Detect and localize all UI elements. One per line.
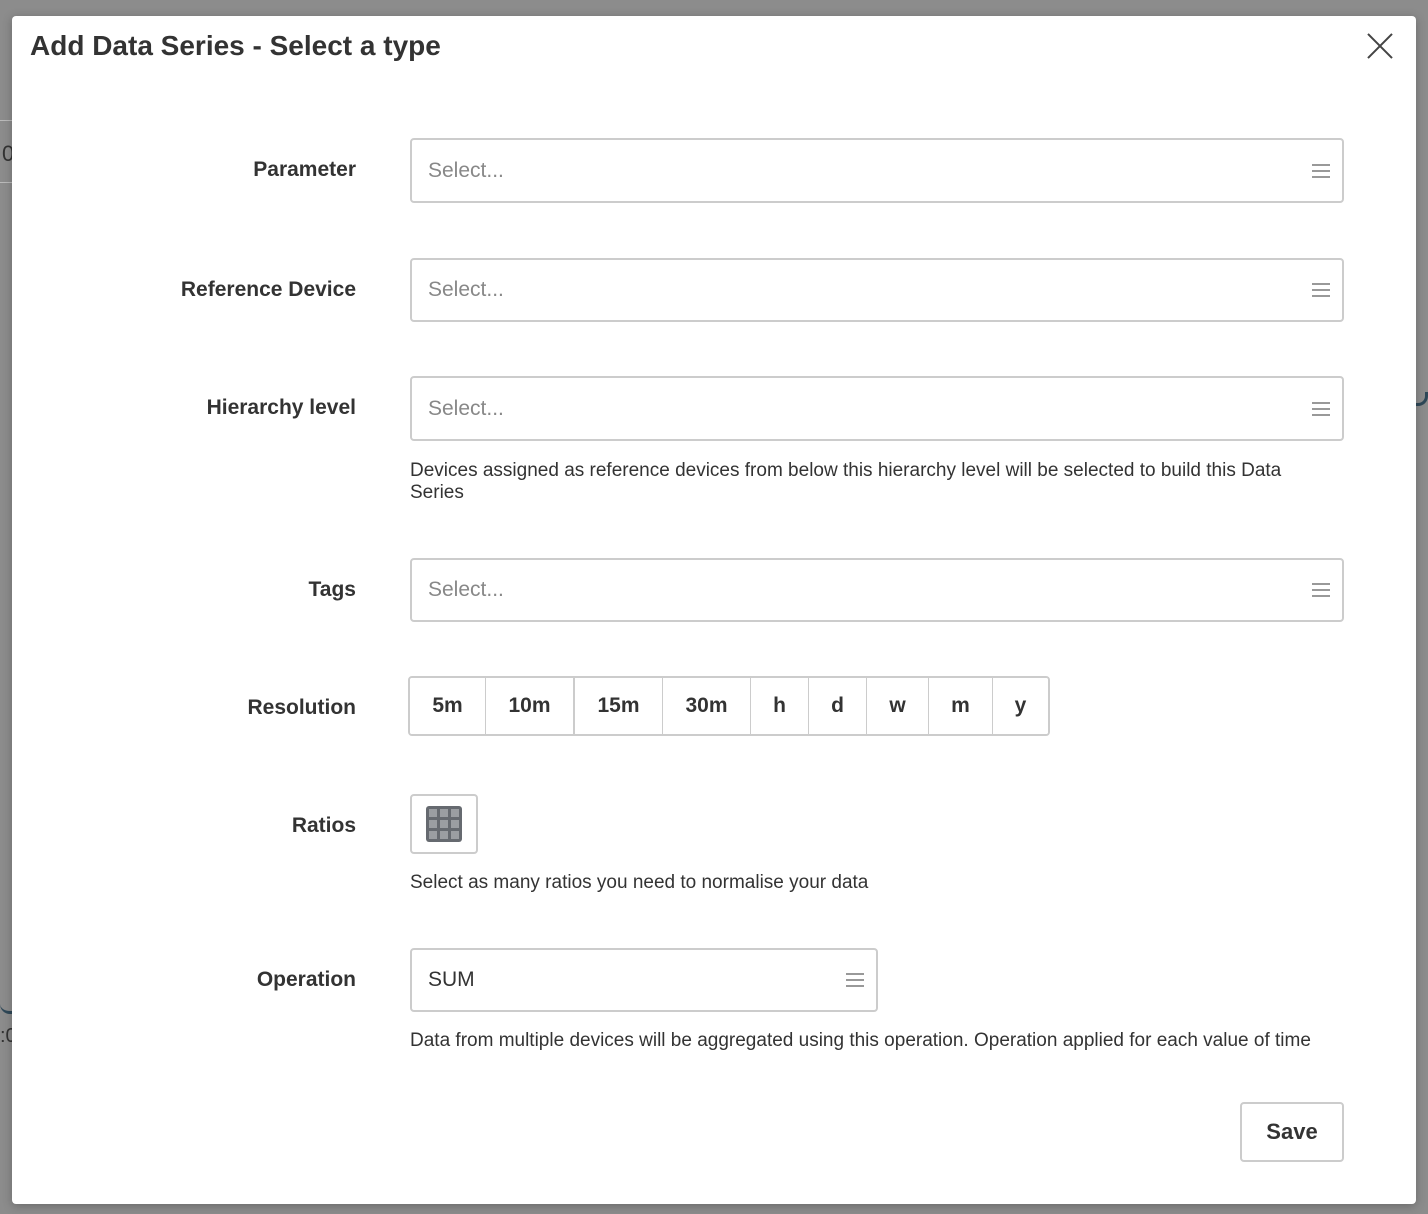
ratios-button[interactable] [410, 794, 478, 854]
add-data-series-modal: Add Data Series - Select a type Paramete… [12, 16, 1416, 1204]
background-divider [0, 182, 12, 183]
resolution-m-button[interactable]: m [929, 678, 993, 734]
resolution-d-button[interactable]: d [809, 678, 867, 734]
resolution-15m-button[interactable]: 15m [575, 678, 663, 734]
resolution-30m-button[interactable]: 30m [663, 678, 751, 734]
reference-device-label: Reference Device [180, 278, 356, 301]
tags-select[interactable]: Select... [410, 558, 1344, 622]
hierarchy-level-placeholder: Select... [428, 396, 504, 420]
resolution-y-button[interactable]: y [993, 678, 1048, 734]
parameter-select[interactable]: Select... [410, 138, 1344, 203]
operation-label: Operation [256, 968, 356, 991]
tags-label: Tags [308, 578, 356, 601]
background-divider [0, 120, 12, 121]
menu-icon [1312, 583, 1330, 597]
grid-icon [426, 806, 462, 842]
menu-icon [1312, 401, 1330, 416]
operation-select[interactable]: SUM [410, 948, 878, 1012]
operation-value: SUM [428, 968, 475, 991]
operation-help: Data from multiple devices will be aggre… [410, 1030, 1311, 1051]
save-button[interactable]: Save [1240, 1102, 1344, 1162]
hierarchy-level-select[interactable]: Select... [410, 376, 1344, 441]
close-icon[interactable] [1364, 30, 1396, 62]
menu-icon [1312, 163, 1330, 178]
parameter-placeholder: Select... [428, 158, 504, 182]
menu-icon [846, 973, 864, 987]
hierarchy-level-help: Devices assigned as reference devices fr… [410, 460, 1282, 503]
resolution-label: Resolution [247, 696, 357, 719]
ratios-label: Ratios [291, 814, 356, 837]
resolution-5m-button[interactable]: 5m [410, 678, 486, 734]
menu-icon [1312, 283, 1330, 297]
parameter-label: Parameter [253, 158, 356, 181]
ratios-help: Select as many ratios you need to normal… [410, 872, 869, 893]
resolution-w-button[interactable]: w [867, 678, 929, 734]
modal-title: Add Data Series - Select a type [30, 30, 441, 61]
hierarchy-level-label: Hierarchy level [206, 396, 356, 419]
resolution-10m-button[interactable]: 10m [486, 678, 575, 734]
reference-device-placeholder: Select... [428, 278, 504, 301]
reference-device-select[interactable]: Select... [410, 258, 1344, 322]
tags-placeholder: Select... [428, 578, 504, 601]
background-chart-line [1416, 392, 1428, 406]
background-chart-line [0, 1000, 12, 1014]
resolution-button-group: 5m 10m 15m 30m h d w m y [408, 676, 1050, 736]
resolution-h-button[interactable]: h [751, 678, 809, 734]
